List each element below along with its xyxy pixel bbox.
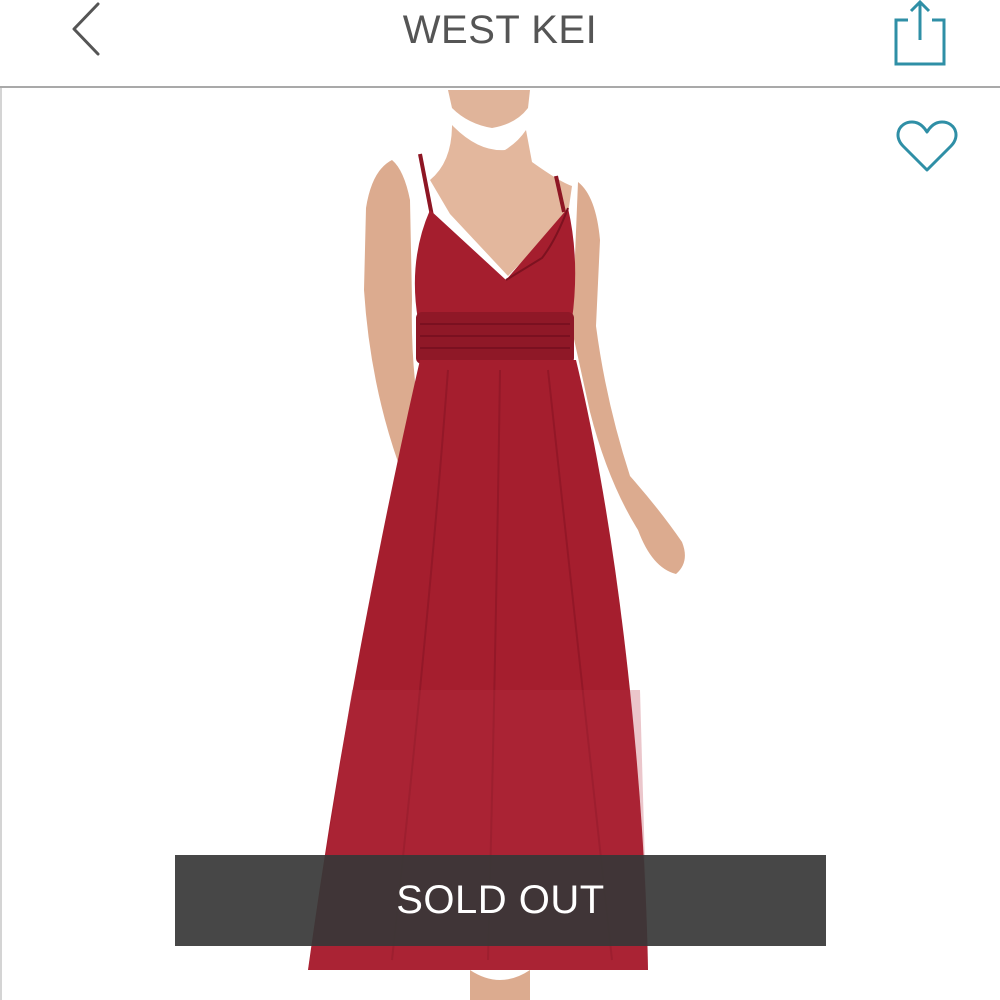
heart-outline-icon xyxy=(896,120,958,172)
sold-out-banner: SOLD OUT xyxy=(175,855,826,946)
share-icon xyxy=(894,0,946,66)
product-view: SOLD OUT xyxy=(0,90,1000,1000)
app-header: WEST KEI xyxy=(0,0,1000,88)
back-button[interactable] xyxy=(62,0,112,60)
sold-out-label: SOLD OUT xyxy=(396,878,605,922)
favorite-button[interactable] xyxy=(895,118,959,176)
brand-title: WEST KEI xyxy=(402,8,598,52)
share-button[interactable] xyxy=(890,0,950,70)
chevron-left-icon xyxy=(72,2,100,56)
